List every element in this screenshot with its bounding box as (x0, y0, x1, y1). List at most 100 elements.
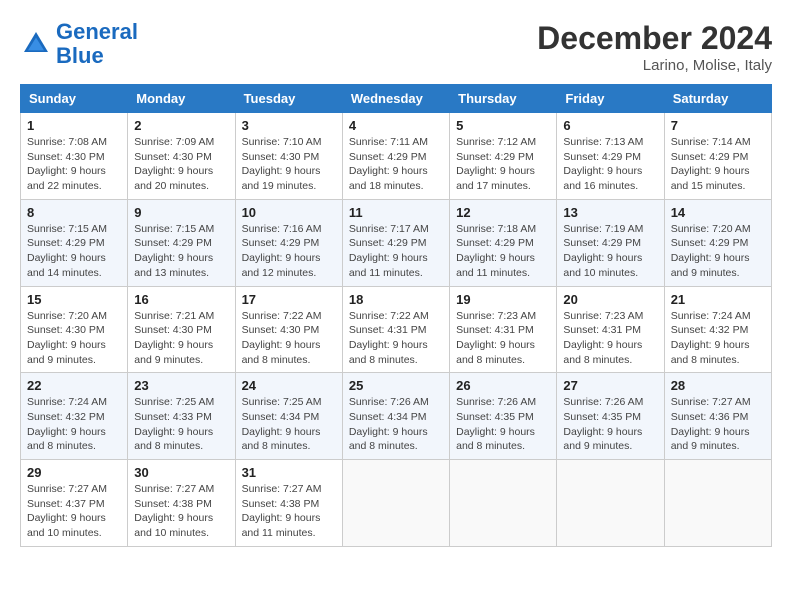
day-cell-11: 11 Sunrise: 7:17 AMSunset: 4:29 PMDaylig… (342, 199, 449, 286)
day-number: 14 (671, 205, 765, 220)
page-header: General Blue December 2024 Larino, Molis… (20, 20, 772, 74)
day-number: 26 (456, 378, 550, 393)
day-number: 31 (242, 465, 336, 480)
header-monday: Monday (128, 85, 235, 113)
day-cell-28: 28 Sunrise: 7:27 AMSunset: 4:36 PMDaylig… (664, 373, 771, 460)
location-subtitle: Larino, Molise, Italy (537, 57, 772, 74)
day-number: 11 (349, 205, 443, 220)
day-cell-25: 25 Sunrise: 7:26 AMSunset: 4:34 PMDaylig… (342, 373, 449, 460)
day-number: 12 (456, 205, 550, 220)
header-wednesday: Wednesday (342, 85, 449, 113)
day-info: Sunrise: 7:10 AMSunset: 4:30 PMDaylight:… (242, 135, 336, 194)
day-info: Sunrise: 7:13 AMSunset: 4:29 PMDaylight:… (563, 135, 657, 194)
empty-cell (664, 460, 771, 547)
day-cell-20: 20 Sunrise: 7:23 AMSunset: 4:31 PMDaylig… (557, 286, 664, 373)
day-info: Sunrise: 7:24 AMSunset: 4:32 PMDaylight:… (671, 309, 765, 368)
day-number: 18 (349, 292, 443, 307)
day-info: Sunrise: 7:25 AMSunset: 4:33 PMDaylight:… (134, 395, 228, 454)
day-cell-23: 23 Sunrise: 7:25 AMSunset: 4:33 PMDaylig… (128, 373, 235, 460)
day-info: Sunrise: 7:11 AMSunset: 4:29 PMDaylight:… (349, 135, 443, 194)
day-number: 15 (27, 292, 121, 307)
day-info: Sunrise: 7:27 AMSunset: 4:36 PMDaylight:… (671, 395, 765, 454)
day-number: 28 (671, 378, 765, 393)
day-number: 27 (563, 378, 657, 393)
logo-icon (20, 28, 52, 60)
month-title: December 2024 (537, 20, 772, 57)
day-info: Sunrise: 7:21 AMSunset: 4:30 PMDaylight:… (134, 309, 228, 368)
day-cell-13: 13 Sunrise: 7:19 AMSunset: 4:29 PMDaylig… (557, 199, 664, 286)
day-cell-7: 7 Sunrise: 7:14 AMSunset: 4:29 PMDayligh… (664, 113, 771, 200)
day-number: 20 (563, 292, 657, 307)
day-number: 21 (671, 292, 765, 307)
day-info: Sunrise: 7:27 AMSunset: 4:37 PMDaylight:… (27, 482, 121, 541)
day-cell-18: 18 Sunrise: 7:22 AMSunset: 4:31 PMDaylig… (342, 286, 449, 373)
day-number: 10 (242, 205, 336, 220)
day-info: Sunrise: 7:23 AMSunset: 4:31 PMDaylight:… (456, 309, 550, 368)
day-info: Sunrise: 7:20 AMSunset: 4:29 PMDaylight:… (671, 222, 765, 281)
day-number: 9 (134, 205, 228, 220)
empty-cell (342, 460, 449, 547)
header-friday: Friday (557, 85, 664, 113)
day-number: 8 (27, 205, 121, 220)
day-number: 5 (456, 118, 550, 133)
day-info: Sunrise: 7:26 AMSunset: 4:34 PMDaylight:… (349, 395, 443, 454)
day-info: Sunrise: 7:15 AMSunset: 4:29 PMDaylight:… (134, 222, 228, 281)
day-number: 22 (27, 378, 121, 393)
day-cell-19: 19 Sunrise: 7:23 AMSunset: 4:31 PMDaylig… (450, 286, 557, 373)
day-info: Sunrise: 7:14 AMSunset: 4:29 PMDaylight:… (671, 135, 765, 194)
day-info: Sunrise: 7:27 AMSunset: 4:38 PMDaylight:… (242, 482, 336, 541)
day-info: Sunrise: 7:23 AMSunset: 4:31 PMDaylight:… (563, 309, 657, 368)
day-cell-8: 8 Sunrise: 7:15 AMSunset: 4:29 PMDayligh… (21, 199, 128, 286)
day-info: Sunrise: 7:15 AMSunset: 4:29 PMDaylight:… (27, 222, 121, 281)
day-number: 29 (27, 465, 121, 480)
day-info: Sunrise: 7:27 AMSunset: 4:38 PMDaylight:… (134, 482, 228, 541)
day-info: Sunrise: 7:26 AMSunset: 4:35 PMDaylight:… (456, 395, 550, 454)
day-number: 24 (242, 378, 336, 393)
calendar-row-2: 8 Sunrise: 7:15 AMSunset: 4:29 PMDayligh… (21, 199, 772, 286)
calendar-row-1: 1 Sunrise: 7:08 AMSunset: 4:30 PMDayligh… (21, 113, 772, 200)
day-cell-31: 31 Sunrise: 7:27 AMSunset: 4:38 PMDaylig… (235, 460, 342, 547)
day-info: Sunrise: 7:19 AMSunset: 4:29 PMDaylight:… (563, 222, 657, 281)
day-number: 23 (134, 378, 228, 393)
day-info: Sunrise: 7:22 AMSunset: 4:30 PMDaylight:… (242, 309, 336, 368)
day-info: Sunrise: 7:12 AMSunset: 4:29 PMDaylight:… (456, 135, 550, 194)
day-cell-3: 3 Sunrise: 7:10 AMSunset: 4:30 PMDayligh… (235, 113, 342, 200)
empty-cell (557, 460, 664, 547)
day-cell-22: 22 Sunrise: 7:24 AMSunset: 4:32 PMDaylig… (21, 373, 128, 460)
day-number: 6 (563, 118, 657, 133)
day-number: 19 (456, 292, 550, 307)
day-number: 30 (134, 465, 228, 480)
header-saturday: Saturday (664, 85, 771, 113)
calendar-row-5: 29 Sunrise: 7:27 AMSunset: 4:37 PMDaylig… (21, 460, 772, 547)
day-info: Sunrise: 7:16 AMSunset: 4:29 PMDaylight:… (242, 222, 336, 281)
calendar-row-3: 15 Sunrise: 7:20 AMSunset: 4:30 PMDaylig… (21, 286, 772, 373)
day-info: Sunrise: 7:24 AMSunset: 4:32 PMDaylight:… (27, 395, 121, 454)
logo-line1: General (56, 19, 138, 44)
weekday-header-row: Sunday Monday Tuesday Wednesday Thursday… (21, 85, 772, 113)
day-info: Sunrise: 7:17 AMSunset: 4:29 PMDaylight:… (349, 222, 443, 281)
day-info: Sunrise: 7:09 AMSunset: 4:30 PMDaylight:… (134, 135, 228, 194)
day-cell-9: 9 Sunrise: 7:15 AMSunset: 4:29 PMDayligh… (128, 199, 235, 286)
day-info: Sunrise: 7:22 AMSunset: 4:31 PMDaylight:… (349, 309, 443, 368)
day-info: Sunrise: 7:25 AMSunset: 4:34 PMDaylight:… (242, 395, 336, 454)
logo-text: General Blue (56, 20, 138, 68)
day-info: Sunrise: 7:20 AMSunset: 4:30 PMDaylight:… (27, 309, 121, 368)
empty-cell (450, 460, 557, 547)
day-cell-2: 2 Sunrise: 7:09 AMSunset: 4:30 PMDayligh… (128, 113, 235, 200)
day-info: Sunrise: 7:26 AMSunset: 4:35 PMDaylight:… (563, 395, 657, 454)
day-number: 1 (27, 118, 121, 133)
day-number: 25 (349, 378, 443, 393)
day-number: 13 (563, 205, 657, 220)
logo: General Blue (20, 20, 138, 68)
header-tuesday: Tuesday (235, 85, 342, 113)
day-info: Sunrise: 7:18 AMSunset: 4:29 PMDaylight:… (456, 222, 550, 281)
header-sunday: Sunday (21, 85, 128, 113)
day-cell-5: 5 Sunrise: 7:12 AMSunset: 4:29 PMDayligh… (450, 113, 557, 200)
day-cell-16: 16 Sunrise: 7:21 AMSunset: 4:30 PMDaylig… (128, 286, 235, 373)
day-cell-30: 30 Sunrise: 7:27 AMSunset: 4:38 PMDaylig… (128, 460, 235, 547)
logo-line2: Blue (56, 43, 104, 68)
day-cell-4: 4 Sunrise: 7:11 AMSunset: 4:29 PMDayligh… (342, 113, 449, 200)
calendar-table: Sunday Monday Tuesday Wednesday Thursday… (20, 84, 772, 547)
day-cell-17: 17 Sunrise: 7:22 AMSunset: 4:30 PMDaylig… (235, 286, 342, 373)
day-cell-10: 10 Sunrise: 7:16 AMSunset: 4:29 PMDaylig… (235, 199, 342, 286)
